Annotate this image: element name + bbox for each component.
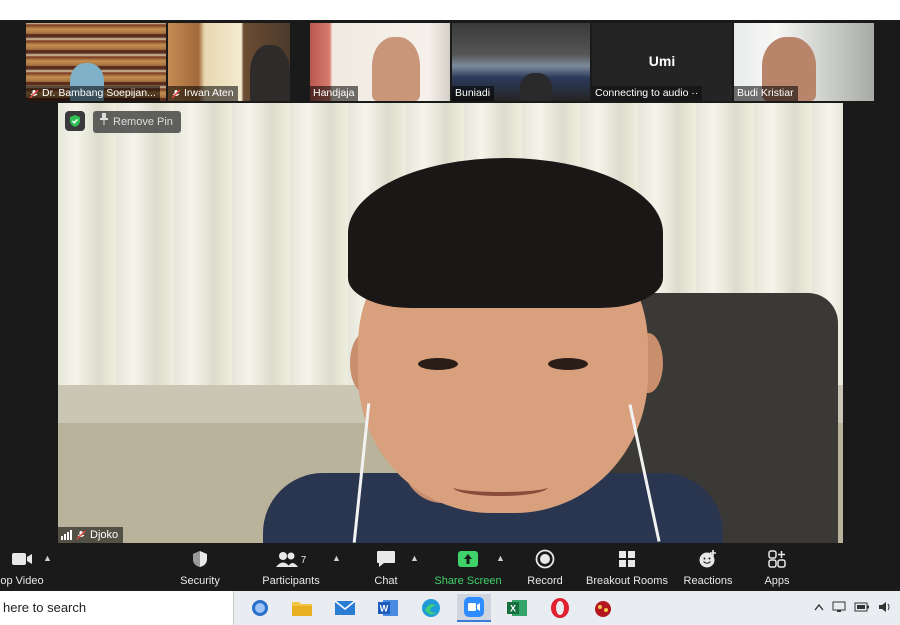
gallery-strip: Dr. Bambang Soepijan... Irwan Aten Handj… (0, 20, 900, 103)
speaker-name-label: Djoko (58, 527, 124, 543)
zoom-icon[interactable] (457, 594, 491, 622)
emoji-plus-icon (698, 549, 718, 572)
tile-name-label: Connecting to audio ·· (592, 86, 703, 101)
gallery-tile[interactable]: Handjaja (310, 23, 450, 101)
tile-name-label: Irwan Aten (168, 86, 238, 101)
participants-icon (275, 551, 298, 570)
remove-pin-button[interactable]: Remove Pin (93, 111, 181, 133)
video-camera-icon (11, 552, 33, 569)
speaker-hair (348, 158, 663, 308)
mic-muted-icon (171, 88, 181, 99)
signal-strength-icon (61, 530, 72, 540)
speaker-mouth (453, 478, 548, 496)
encryption-shield-icon[interactable] (65, 111, 85, 131)
meeting-toolbar: op Video ▲ Security 7 Participants ▲ Cha… (0, 543, 900, 591)
chevron-up-icon[interactable] (814, 602, 824, 614)
tile-name-label: Budi Kristiar (734, 86, 798, 101)
word-icon[interactable]: W (371, 594, 405, 622)
record-icon (535, 549, 555, 572)
breakout-rooms-button[interactable]: Breakout Rooms (584, 549, 670, 587)
participant-initial-name: Umi (648, 53, 676, 69)
video-options-chevron-icon[interactable]: ▲ (43, 553, 52, 563)
share-options-chevron-icon[interactable]: ▲ (496, 553, 505, 563)
pinned-video[interactable]: Remove Pin Djoko (58, 103, 843, 543)
apps-button[interactable]: Apps (752, 549, 802, 587)
system-tray (814, 591, 892, 625)
gallery-tile[interactable]: Irwan Aten (168, 23, 290, 101)
reactions-button[interactable]: Reactions (680, 549, 736, 587)
svg-text:X: X (510, 604, 516, 614)
connecting-indicator: ·· (691, 87, 699, 99)
svg-text:W: W (380, 604, 389, 614)
chat-options-chevron-icon[interactable]: ▲ (410, 553, 419, 563)
excel-icon[interactable]: X (500, 594, 534, 622)
taskbar-search-box[interactable]: here to search (0, 591, 234, 625)
pin-icon (99, 111, 109, 133)
security-button[interactable]: Security (170, 549, 230, 587)
tile-name-label: Dr. Bambang Soepijan... (26, 86, 160, 101)
share-screen-button[interactable]: Share Screen (432, 549, 504, 587)
participants-options-chevron-icon[interactable]: ▲ (332, 553, 341, 563)
mail-icon[interactable] (328, 594, 362, 622)
game-icon[interactable] (586, 594, 620, 622)
tile-name-label: Handjaja (310, 86, 359, 101)
battery-icon[interactable] (854, 602, 870, 615)
file-explorer-icon[interactable] (285, 594, 319, 622)
gallery-tile[interactable]: Buniadi (452, 23, 590, 101)
participant-count: 7 (300, 554, 307, 566)
mic-muted-icon (76, 530, 86, 540)
apps-icon (768, 549, 786, 571)
shield-icon (192, 550, 208, 571)
mic-muted-icon (29, 88, 39, 99)
edge-icon[interactable] (414, 594, 448, 622)
participants-button[interactable]: 7 Participants (255, 549, 327, 587)
outlook-icon[interactable] (242, 594, 276, 622)
network-icon[interactable] (832, 601, 846, 616)
chat-button[interactable]: Chat (360, 549, 412, 587)
participant-figure (372, 37, 420, 101)
tile-name-label: Buniadi (452, 86, 495, 101)
speaker-eye (548, 358, 588, 370)
chat-bubble-icon (376, 550, 396, 571)
gallery-tile[interactable]: Budi Kristiar (734, 23, 874, 101)
record-button[interactable]: Record (517, 549, 573, 587)
gallery-tile[interactable]: Dr. Bambang Soepijan... (26, 23, 166, 101)
gallery-tile[interactable]: Umi Connecting to audio ·· (592, 23, 732, 101)
speaker-eye (418, 358, 458, 370)
share-screen-icon (457, 550, 479, 571)
opera-icon[interactable] (543, 594, 577, 622)
top-strip (0, 0, 900, 20)
speaker-volume-icon[interactable] (878, 601, 892, 616)
windows-taskbar: here to search W X (0, 591, 900, 625)
participant-figure (520, 73, 552, 101)
participant-figure (250, 45, 290, 101)
breakout-rooms-icon (618, 550, 636, 571)
